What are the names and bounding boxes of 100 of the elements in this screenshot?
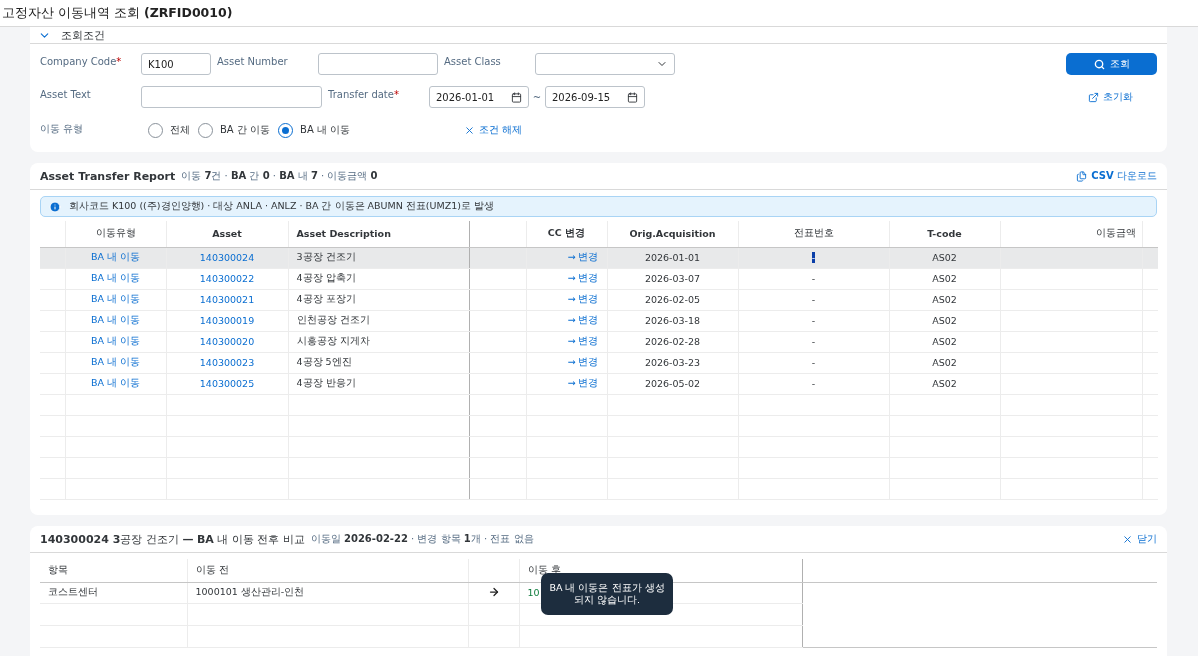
transfer-type-link[interactable]: BA 내 이동 — [90, 272, 141, 283]
date-field[interactable]: 2026-01-01 — [429, 86, 529, 108]
table-cell: AS02 — [889, 331, 1000, 352]
column-header: 항목 — [40, 559, 187, 582]
table-cell: AS02 — [889, 247, 1000, 268]
document-number: - — [811, 315, 816, 326]
arrow-right-icon — [487, 585, 500, 598]
transfer-type-link[interactable]: BA 내 이동 — [90, 335, 141, 346]
table-cell: 2026-03-18 — [607, 310, 738, 331]
document-number: - — [811, 378, 816, 389]
asset-link[interactable]: 140300020 — [199, 336, 255, 347]
table-cell: 1000101 생산관리-인천 — [187, 582, 468, 603]
asset-link[interactable]: 140300022 — [199, 273, 255, 284]
table-cell: 코스트센터 — [40, 582, 187, 603]
asset-link[interactable]: 140300023 — [199, 357, 255, 368]
table-cell: AS02 — [889, 268, 1000, 289]
document-number: - — [811, 336, 816, 347]
close-icon — [1122, 533, 1133, 545]
table-row[interactable]: BA 내 이동 140300020 시흥공장 지게차 → 변경 2026-02-28 - AS02 — [40, 331, 1158, 352]
table-row[interactable]: BA 내 이동 140300022 4공장 압축기 → 변경 2026-03-07 - AS02 — [40, 268, 1158, 289]
table-cell: 2026-02-05 — [607, 289, 738, 310]
clear-filter-button[interactable]: 조건 해제 — [464, 123, 523, 137]
column-header: 이동유형 — [65, 221, 166, 247]
column-header: Asset Description — [288, 221, 469, 247]
search-button[interactable]: 조회 — [1066, 53, 1157, 75]
search-icon — [1093, 58, 1105, 70]
report-summary: 이동 7건 · BA 간 0 · BA 내 7 · 이동금액 0 — [181, 169, 378, 183]
cc-change-link[interactable]: → 변경 — [567, 251, 599, 262]
detail-title: 140300024 3공장 건조기 — BA 내 이동 전후 비교 — [40, 531, 305, 547]
table-cell: 4공장 압축기 — [288, 268, 469, 289]
table-cell: 3공장 건조기 — [288, 247, 469, 268]
asset-link[interactable]: 140300024 — [199, 252, 255, 263]
table-cell: AS02 — [889, 289, 1000, 310]
transfer-type-link[interactable]: BA 내 이동 — [90, 251, 141, 262]
table-row[interactable]: BA 내 이동 140300023 4공장 5엔진 → 변경 2026-03-23 - AS02 — [40, 352, 1158, 373]
window-title: 고정자산 이동내역 조회 (ZRFID0010) — [2, 4, 233, 22]
table-row[interactable]: BA 내 이동 140300021 4공장 포장기 → 변경 2026-02-05 - AS02 — [40, 289, 1158, 310]
csv-download-button[interactable]: CSV 다운로드 — [1076, 169, 1157, 183]
table-cell: 2026-03-23 — [607, 352, 738, 373]
asset-number-field[interactable] — [318, 53, 438, 75]
asset-text-field[interactable] — [141, 86, 322, 108]
document-number: - — [811, 273, 816, 284]
transfer-type-link[interactable]: BA 내 이동 — [90, 293, 141, 304]
table-cell: AS02 — [889, 310, 1000, 331]
column-header: Orig.Acquisition — [607, 221, 738, 247]
calendar-icon[interactable] — [627, 91, 638, 103]
close-icon — [464, 124, 476, 136]
calendar-icon[interactable] — [511, 91, 522, 103]
document-number: - — [811, 294, 816, 305]
date-separator: ~ — [531, 91, 543, 103]
table-row[interactable]: BA 내 이동 140300025 4공장 반응기 → 변경 2026-05-02 - AS02 — [40, 373, 1158, 394]
transfer-type-link[interactable]: BA 내 이동 — [90, 314, 141, 325]
radio-option[interactable]: BA 내 이동 — [278, 122, 351, 138]
field-label: Transfer date* — [328, 88, 400, 100]
field-label: Asset Class — [444, 55, 502, 67]
table-cell: 2026-03-07 — [607, 268, 738, 289]
table-cell: 시흥공장 지게차 — [288, 331, 469, 352]
field-label: Company Code* — [40, 55, 123, 67]
radio-option[interactable]: BA 간 이동 — [198, 122, 271, 138]
table-cell: 4공장 반응기 — [288, 373, 469, 394]
cc-change-link[interactable]: → 변경 — [567, 272, 599, 283]
report-title: Asset Transfer Report — [40, 169, 176, 183]
table-row[interactable]: BA 내 이동 140300019 인천공장 건조기 → 변경 2026-03-18 - AS02 — [40, 310, 1158, 331]
table-cell: 인천공장 건조기 — [288, 310, 469, 331]
radio-option[interactable]: 전체 — [148, 122, 190, 138]
files-icon — [1076, 170, 1088, 182]
cc-change-link[interactable]: → 변경 — [567, 377, 599, 388]
detail-summary: 이동일 2026-02-22 · 변경 항목 1개 · 전표 없음 — [310, 532, 534, 546]
asset-link[interactable]: 140300021 — [199, 294, 255, 305]
company-code-field[interactable]: K100 — [141, 53, 211, 75]
column-header: 전표번호 — [738, 221, 889, 247]
transfer-type-link[interactable]: BA 내 이동 — [90, 356, 141, 367]
field-label: Asset Number — [217, 55, 289, 67]
external-link-icon — [1088, 91, 1099, 103]
column-header: 이동금액 — [1000, 221, 1142, 247]
column-header: Asset — [166, 221, 288, 247]
panel-title: 조회조건 — [61, 28, 105, 42]
column-header: CC 변경 — [526, 221, 607, 247]
info-text: 회사코드 K100 ((주)경인양행) · 대상 ANLA · ANLZ · BA 간 이동은 ABUMN 전표(UMZ1)로 발생 — [69, 200, 494, 213]
table-cell: 4공장 5엔진 — [288, 352, 469, 373]
cc-change-link[interactable]: → 변경 — [567, 314, 599, 325]
table-cell: 4공장 포장기 — [288, 289, 469, 310]
table-cell: AS02 — [889, 373, 1000, 394]
cc-change-link[interactable]: → 변경 — [567, 356, 599, 367]
cc-change-link[interactable]: → 변경 — [567, 335, 599, 346]
table-cell: AS02 — [889, 352, 1000, 373]
asset-link[interactable]: 140300025 — [199, 378, 255, 389]
document-number: - — [811, 357, 816, 368]
column-header: T-code — [889, 221, 1000, 247]
date-field[interactable]: 2026-09-15 — [545, 86, 645, 108]
cc-change-link[interactable]: → 변경 — [567, 293, 599, 304]
column-header: 이동 전 — [187, 559, 468, 582]
asset-link[interactable]: 140300019 — [199, 315, 255, 326]
info-icon — [49, 200, 61, 213]
close-button[interactable]: 닫기 — [1122, 532, 1157, 546]
reset-button[interactable]: 초기화 — [1088, 90, 1133, 104]
field-label: Asset Text — [40, 88, 92, 100]
table-row[interactable]: BA 내 이동 140300024 3공장 건조기 → 변경 2026-01-01 - AS02 — [40, 247, 1158, 268]
table-cell: 2026-05-02 — [607, 373, 738, 394]
transfer-type-link[interactable]: BA 내 이동 — [90, 377, 141, 388]
